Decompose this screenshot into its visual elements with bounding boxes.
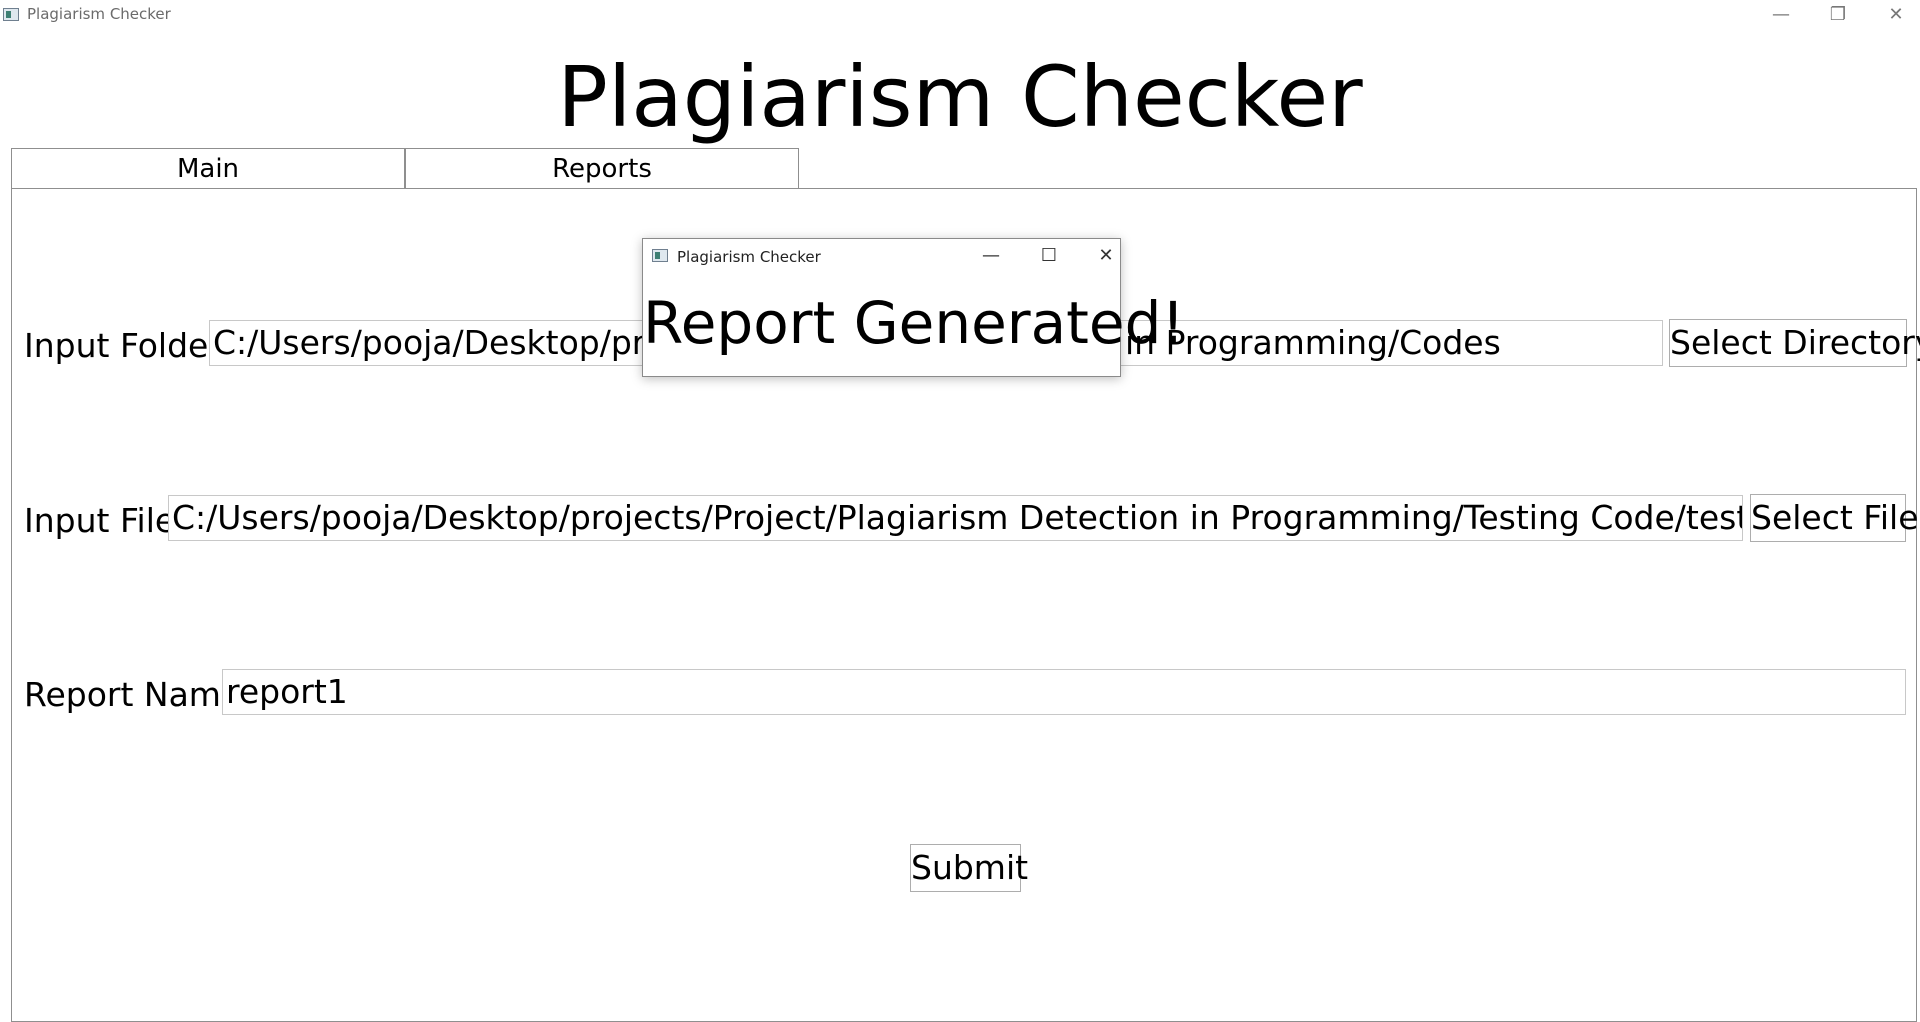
app-icon xyxy=(3,8,19,21)
input-folder-value-start: C:/Users/pooja/Desktop/proje xyxy=(213,323,695,362)
dialog-message: Report Generated! xyxy=(643,289,1185,357)
select-directory-button[interactable]: Select Directory xyxy=(1669,319,1920,367)
select-file-button[interactable]: Select File xyxy=(1750,494,1919,542)
input-file-label: Input File xyxy=(24,501,176,540)
dialog-minimize-icon[interactable]: — xyxy=(971,243,1011,269)
dialog-title: Plagiarism Checker xyxy=(677,248,821,266)
window-title: Plagiarism Checker xyxy=(27,5,171,23)
window-titlebar: Plagiarism Checker — ❐ ✕ xyxy=(0,0,1920,30)
page-title: Plagiarism Checker xyxy=(557,48,1363,146)
dialog-maximize-icon[interactable]: ☐ xyxy=(1029,243,1069,269)
restore-icon[interactable]: ❐ xyxy=(1809,0,1867,30)
submit-button[interactable]: Submit xyxy=(910,844,1028,892)
dialog-app-icon xyxy=(652,249,668,262)
tab-reports[interactable]: Reports xyxy=(405,148,799,188)
report-name-label: Report Name xyxy=(24,675,242,714)
input-file-field[interactable]: C:/Users/pooja/Desktop/projects/Project/… xyxy=(168,495,1743,541)
report-generated-dialog: Plagiarism Checker — ☐ ✕ Report Generate… xyxy=(642,238,1185,377)
tab-main[interactable]: Main xyxy=(11,148,405,188)
minimize-icon[interactable]: — xyxy=(1752,0,1810,30)
input-folder-label: Input Folder xyxy=(24,326,222,365)
close-icon[interactable]: ✕ xyxy=(1867,0,1920,30)
report-name-field[interactable]: report1 xyxy=(222,669,1906,715)
dialog-close-icon[interactable]: ✕ xyxy=(1086,243,1126,269)
